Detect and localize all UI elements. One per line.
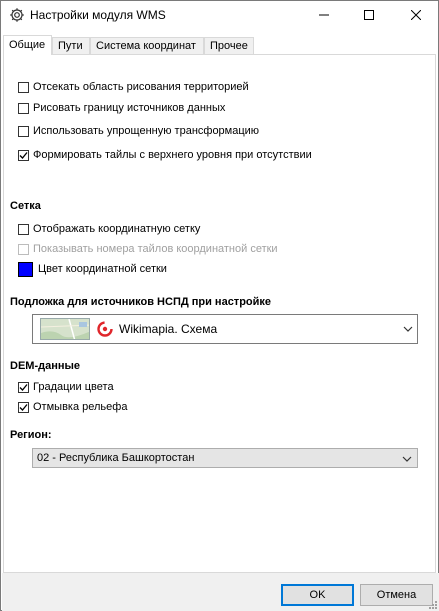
tab-paths[interactable]: Пути xyxy=(52,37,90,54)
color-gradations-option[interactable]: Градации цвета xyxy=(18,379,114,395)
maximize-button[interactable] xyxy=(346,1,391,29)
hillshade-option[interactable]: Отмывка рельефа xyxy=(18,399,127,415)
resize-grip-icon[interactable] xyxy=(427,599,437,609)
minimize-button[interactable] xyxy=(301,1,346,29)
basemap-select[interactable]: Wikimapia. Схема xyxy=(32,314,418,344)
close-icon xyxy=(410,10,421,20)
basemap-heading: Подложка для источников НСПД при настрой… xyxy=(10,296,272,308)
color-gradations-label: Градации цвета xyxy=(33,381,114,393)
region-selected-label: 02 - Республика Башкортостан xyxy=(37,452,195,464)
draw-source-border-option[interactable]: Рисовать границу источников данных xyxy=(18,100,225,116)
dem-heading: DEM-данные xyxy=(10,360,81,372)
dialog-footer: OK Отмена xyxy=(2,573,439,611)
gear-icon xyxy=(10,8,24,22)
tiles-from-top-option[interactable]: Формировать тайлы с верхнего уровня при … xyxy=(18,147,312,163)
cancel-button[interactable]: Отмена xyxy=(360,584,433,606)
show-grid-option[interactable]: Отображать координатную сетку xyxy=(18,221,200,237)
draw-source-border-checkbox[interactable] xyxy=(18,102,29,114)
show-tile-numbers-checkbox xyxy=(18,243,29,255)
show-grid-label: Отображать координатную сетку xyxy=(33,223,201,235)
grid-heading: Сетка xyxy=(10,200,41,212)
chevron-down-icon xyxy=(403,326,413,332)
tab-other[interactable]: Прочее xyxy=(204,37,254,54)
checkmark-icon xyxy=(19,383,28,391)
checkmark-icon xyxy=(19,151,28,159)
clip-territory-option[interactable]: Отсекать область рисования территорией xyxy=(18,79,249,95)
simplified-transform-option[interactable]: Использовать упрощенную трансформацию xyxy=(18,123,259,139)
settings-window: Настройки модуля WMS Общие Пути Система … xyxy=(0,0,439,611)
simplified-transform-label: Использовать упрощенную трансформацию xyxy=(33,125,260,137)
basemap-selected-label: Wikimapia. Схема xyxy=(119,322,218,336)
tiles-from-top-label: Формировать тайлы с верхнего уровня при … xyxy=(33,149,312,161)
clip-territory-checkbox[interactable] xyxy=(18,81,29,93)
checkmark-icon xyxy=(19,403,28,411)
grid-color-label: Цвет координатной сетки xyxy=(38,263,167,275)
close-button[interactable] xyxy=(393,1,438,29)
show-tile-numbers-option: Показывать номера тайлов координатной се… xyxy=(18,241,278,257)
tab-coordinate-system[interactable]: Система координат xyxy=(90,37,204,54)
hillshade-label: Отмывка рельефа xyxy=(33,401,128,413)
show-grid-checkbox[interactable] xyxy=(18,223,29,235)
color-gradations-checkbox[interactable] xyxy=(18,381,29,393)
map-thumbnail xyxy=(40,318,90,340)
show-tile-numbers-label: Показывать номера тайлов координатной се… xyxy=(33,243,278,255)
maximize-icon xyxy=(363,10,374,20)
draw-source-border-label: Рисовать границу источников данных xyxy=(33,102,226,114)
hillshade-checkbox[interactable] xyxy=(18,401,29,413)
minimize-icon xyxy=(318,14,329,16)
clip-territory-label: Отсекать область рисования территорией xyxy=(33,81,249,93)
simplified-transform-checkbox[interactable] xyxy=(18,125,29,137)
tab-general[interactable]: Общие xyxy=(3,35,52,55)
chevron-down-icon xyxy=(402,456,412,462)
wikimapia-logo-icon xyxy=(97,321,113,337)
title-bar: Настройки модуля WMS xyxy=(1,1,438,29)
grid-color-swatch[interactable] xyxy=(18,262,33,277)
tiles-from-top-checkbox[interactable] xyxy=(18,149,29,161)
region-select[interactable]: 02 - Республика Башкортостан xyxy=(32,448,418,468)
region-heading: Регион: xyxy=(10,429,52,441)
ok-button[interactable]: OK xyxy=(281,584,354,606)
window-title: Настройки модуля WMS xyxy=(30,8,166,22)
